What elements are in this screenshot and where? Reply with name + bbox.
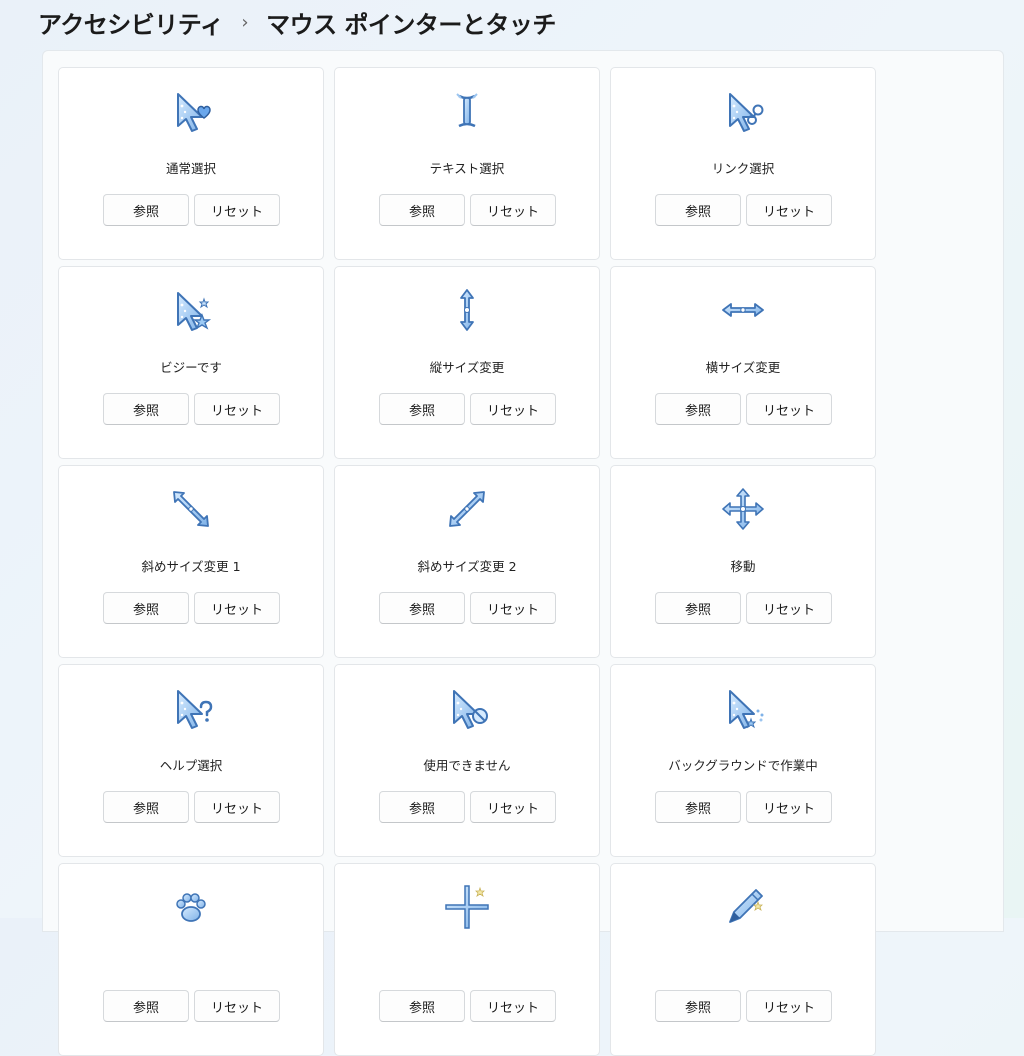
cursor-label: バックグラウンドで作業中 — [668, 758, 818, 773]
reset-button[interactable]: リセット — [746, 194, 832, 226]
browse-button[interactable]: 参照 — [655, 791, 741, 823]
horizontal-resize-icon — [611, 285, 875, 335]
cursor-label: 移動 — [730, 559, 756, 574]
cursor-card-arrow-help: ヘルプ選択参照 リセット — [58, 664, 324, 857]
breadcrumb: アクセシビリティ › マウス ポインターとタッチ — [38, 4, 556, 40]
browse-button[interactable]: 参照 — [103, 791, 189, 823]
cursor-card-paw: 参照 リセット — [58, 863, 324, 1056]
browse-button[interactable]: 参照 — [379, 990, 465, 1022]
cursor-card-horizontal-resize: 横サイズ変更参照 リセット — [610, 266, 876, 459]
browse-button[interactable]: 参照 — [379, 592, 465, 624]
cursor-actions: 参照 リセット — [655, 791, 832, 823]
browse-button[interactable]: 参照 — [103, 393, 189, 425]
cursor-panel: 通常選択 参照 リセット テキスト選択 参照 リセット リンク選択 参照 リセット ビジーです 参照… — [42, 50, 1004, 1056]
cursor-label: 斜めサイズ変更 1 — [141, 559, 241, 574]
reset-button[interactable]: リセット — [746, 592, 832, 624]
reset-button[interactable]: リセット — [194, 194, 280, 226]
reset-button[interactable]: リセット — [194, 791, 280, 823]
move-icon — [611, 484, 875, 534]
reset-button[interactable]: リセット — [470, 194, 556, 226]
breadcrumb-parent[interactable]: アクセシビリティ — [38, 5, 224, 40]
reset-button[interactable]: リセット — [194, 393, 280, 425]
reset-button[interactable]: リセット — [194, 592, 280, 624]
cursor-actions: 参照 リセット — [379, 393, 556, 425]
cursor-card-arrow-working: バックグラウンドで作業中参照 リセット — [610, 664, 876, 857]
cursor-card-move: 移動参照 リセット — [610, 465, 876, 658]
cursor-card-vertical-resize: 縦サイズ変更参照 リセット — [334, 266, 600, 459]
cursor-label: ヘルプ選択 — [159, 758, 223, 773]
reset-button[interactable]: リセット — [194, 990, 280, 1022]
breadcrumb-separator-icon: › — [241, 11, 249, 33]
pen-icon — [611, 882, 875, 932]
cursor-label: ビジーです — [160, 360, 222, 375]
paw-icon — [59, 882, 323, 932]
browse-button[interactable]: 参照 — [379, 791, 465, 823]
reset-button[interactable]: リセット — [746, 990, 832, 1022]
reset-button[interactable]: リセット — [746, 393, 832, 425]
cursor-actions: 参照 リセット — [655, 592, 832, 624]
browse-button[interactable]: 参照 — [379, 194, 465, 226]
arrow-link-icon — [611, 86, 875, 136]
cursor-actions: 参照 リセット — [379, 194, 556, 226]
browse-button[interactable]: 参照 — [655, 393, 741, 425]
cursor-label: 斜めサイズ変更 2 — [417, 559, 517, 574]
browse-button[interactable]: 参照 — [103, 194, 189, 226]
reset-button[interactable]: リセット — [470, 393, 556, 425]
cursor-card-arrow-heart: 通常選択参照 リセット — [58, 67, 324, 260]
arrow-unavailable-icon — [335, 683, 599, 733]
cursor-card-pen: 参照 リセット — [610, 863, 876, 1056]
cursor-card-arrow-link: リンク選択参照 リセット — [610, 67, 876, 260]
cursor-actions: 参照 リセット — [103, 592, 280, 624]
cursor-actions: 参照 リセット — [379, 592, 556, 624]
precision-cross-icon — [335, 882, 599, 932]
cursor-label: 縦サイズ変更 — [429, 360, 505, 375]
cursor-actions: 参照 リセット — [103, 990, 280, 1022]
diagonal-resize-2-icon — [335, 484, 599, 534]
browse-button[interactable]: 参照 — [103, 990, 189, 1022]
browse-button[interactable]: 参照 — [655, 194, 741, 226]
cursor-card-text-beam: テキスト選択参照 リセット — [334, 67, 600, 260]
cursor-actions: 参照 リセット — [655, 393, 832, 425]
reset-button[interactable]: リセット — [470, 592, 556, 624]
browse-button[interactable]: 参照 — [655, 592, 741, 624]
reset-button[interactable]: リセット — [470, 990, 556, 1022]
cursor-actions: 参照 リセット — [379, 791, 556, 823]
cursor-actions: 参照 リセット — [655, 194, 832, 226]
cursor-card-diagonal-resize-1: 斜めサイズ変更 1 参照 リセット — [58, 465, 324, 658]
arrow-help-icon — [59, 683, 323, 733]
arrow-heart-icon — [59, 86, 323, 136]
cursor-card-arrow-unavailable: 使用できません参照 リセット — [334, 664, 600, 857]
cursor-label: 通常選択 — [165, 161, 216, 176]
cursor-card-arrow-star: ビジーです参照 リセット — [58, 266, 324, 459]
reset-button[interactable]: リセット — [746, 791, 832, 823]
cursor-actions: 参照 リセット — [379, 990, 556, 1022]
cursor-actions: 参照 リセット — [655, 990, 832, 1022]
cursor-label: 横サイズ変更 — [705, 360, 781, 375]
vertical-resize-icon — [335, 285, 599, 335]
cursor-label: リンク選択 — [711, 161, 775, 176]
diagonal-resize-1-icon — [59, 484, 323, 534]
arrow-working-icon — [611, 683, 875, 733]
cursor-card-diagonal-resize-2: 斜めサイズ変更 2 参照 リセット — [334, 465, 600, 658]
arrow-star-icon — [59, 285, 323, 335]
cursor-card-precision-cross: 参照 リセット — [334, 863, 600, 1056]
cursor-actions: 参照 リセット — [103, 791, 280, 823]
cursor-actions: 参照 リセット — [103, 194, 280, 226]
browse-button[interactable]: 参照 — [655, 990, 741, 1022]
page-title: マウス ポインターとタッチ — [266, 10, 556, 39]
cursor-actions: 参照 リセット — [103, 393, 280, 425]
reset-button[interactable]: リセット — [470, 791, 556, 823]
cursor-label: テキスト選択 — [429, 161, 505, 176]
browse-button[interactable]: 参照 — [103, 592, 189, 624]
cursor-label: 使用できません — [423, 758, 511, 773]
text-beam-icon — [335, 86, 599, 136]
browse-button[interactable]: 参照 — [379, 393, 465, 425]
